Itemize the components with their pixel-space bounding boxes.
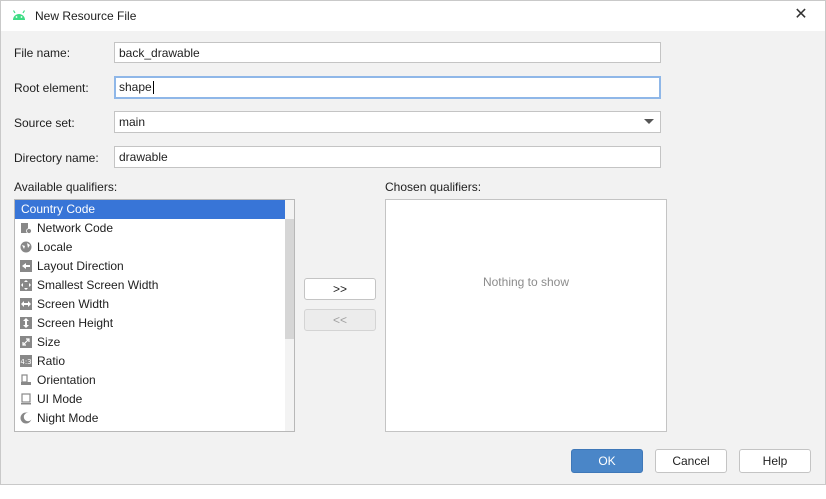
list-item[interactable]: Orientation <box>15 371 294 390</box>
file-name-value: back_drawable <box>119 46 200 60</box>
screen-height-icon <box>20 316 32 329</box>
chosen-qualifiers-label: Chosen qualifiers: <box>385 180 482 194</box>
orientation-icon <box>21 374 31 385</box>
cancel-button[interactable]: Cancel <box>655 449 727 473</box>
available-qualifiers-label: Available qualifiers: <box>14 180 118 194</box>
svg-text:4:3: 4:3 <box>20 358 31 366</box>
ratio-icon: 4:3 <box>20 354 32 367</box>
close-icon[interactable]: ✕ <box>793 7 809 23</box>
list-item[interactable]: Network Code <box>15 219 294 238</box>
ok-button[interactable]: OK <box>571 449 643 473</box>
list-item[interactable]: UI Mode <box>15 390 294 409</box>
list-item[interactable]: Night Mode <box>15 409 294 428</box>
night-mode-icon <box>20 412 32 424</box>
text-caret <box>152 81 154 95</box>
list-item[interactable]: Country Code <box>15 200 294 219</box>
scrollbar-thumb[interactable] <box>285 219 294 339</box>
smallest-width-icon <box>20 278 32 291</box>
globe-icon <box>20 241 32 253</box>
list-item[interactable]: Size <box>15 333 294 352</box>
network-code-icon <box>21 222 32 234</box>
android-icon <box>12 10 26 20</box>
file-name-label: File name: <box>14 46 71 60</box>
source-set-label: Source set: <box>14 116 75 130</box>
available-qualifiers-list[interactable]: Country Code Network Code Locale Layout … <box>14 199 295 432</box>
new-resource-file-dialog: New Resource File ✕ File name: back_draw… <box>0 0 826 485</box>
list-item[interactable]: Locale <box>15 238 294 257</box>
list-item[interactable]: Screen Height <box>15 314 294 333</box>
add-qualifier-button[interactable]: >> <box>304 278 376 300</box>
directory-name-label: Directory name: <box>14 151 99 165</box>
root-element-field[interactable]: shape <box>114 76 661 99</box>
empty-state-text: Nothing to show <box>482 275 570 289</box>
layout-direction-icon <box>20 259 32 272</box>
file-name-field[interactable]: back_drawable <box>114 42 661 63</box>
directory-name-field[interactable]: drawable <box>114 146 661 168</box>
source-set-value: main <box>119 115 146 129</box>
dialog-title: New Resource File <box>35 9 137 23</box>
list-item[interactable]: Layout Direction <box>15 257 294 276</box>
screen-width-icon <box>20 297 32 310</box>
root-element-value: shape <box>119 80 152 94</box>
root-element-label: Root element: <box>14 81 89 95</box>
title-bar: New Resource File ✕ <box>1 1 825 31</box>
remove-qualifier-button[interactable]: << <box>304 309 376 331</box>
list-item[interactable]: 4:3 Ratio <box>15 352 294 371</box>
chosen-qualifiers-list[interactable]: Nothing to show <box>385 199 667 432</box>
list-item[interactable]: Smallest Screen Width <box>15 276 294 295</box>
directory-name-value: drawable <box>119 150 168 164</box>
size-icon <box>20 335 32 348</box>
ui-mode-icon <box>21 393 31 405</box>
list-item[interactable]: Screen Width <box>15 295 294 314</box>
chevron-down-icon <box>644 119 654 124</box>
source-set-select[interactable]: main <box>114 111 661 133</box>
help-button[interactable]: Help <box>739 449 811 473</box>
